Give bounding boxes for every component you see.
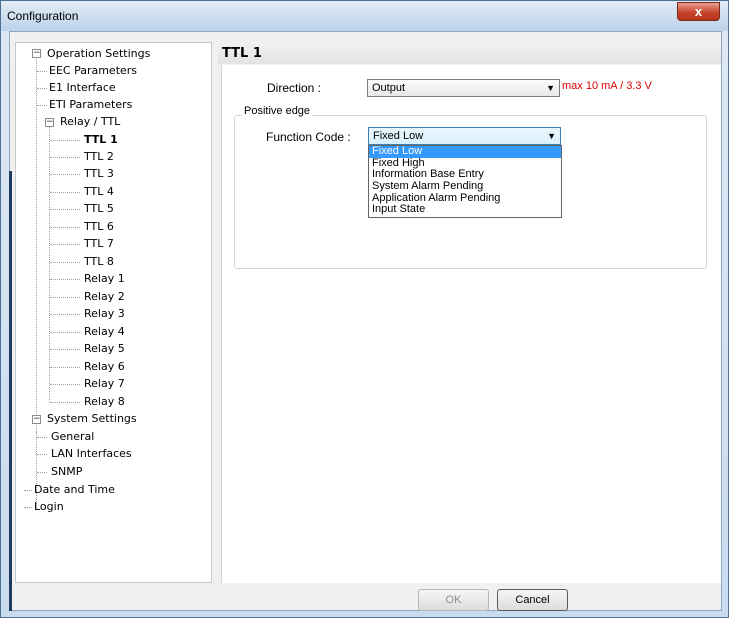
close-icon: x	[694, 4, 703, 19]
configuration-window: Configuration x − Operation Settings EEC…	[0, 0, 729, 618]
collapse-icon[interactable]: −	[32, 415, 41, 424]
tree-item-general[interactable]: General	[49, 428, 96, 445]
function-code-select[interactable]: Fixed Low ▼	[368, 127, 561, 145]
panel-body: Direction : Output ▼ max 10 mA / 3.3 V P…	[221, 65, 721, 583]
tree-item-system-settings[interactable]: System Settings	[45, 410, 139, 427]
tree-item-ttl-4[interactable]: TTL 4	[82, 183, 116, 200]
tree-connector	[50, 140, 80, 141]
tree-item-ttl-5[interactable]: TTL 5	[82, 200, 116, 217]
dropdown-option[interactable]: Input State	[369, 204, 561, 216]
tree-connector	[50, 157, 80, 158]
tree-connector	[50, 192, 80, 193]
ok-button[interactable]: OK	[418, 589, 489, 611]
tree-item-ttl-6[interactable]: TTL 6	[82, 218, 116, 235]
tree-item-ttl-1[interactable]: TTL 1	[82, 131, 120, 148]
tree-item-relay-2[interactable]: Relay 2	[82, 288, 127, 305]
tree-connector	[50, 244, 80, 245]
direction-select[interactable]: Output ▼	[367, 79, 560, 97]
tree-item-ttl-7[interactable]: TTL 7	[82, 235, 116, 252]
window-edge	[9, 171, 12, 611]
tree-connector	[50, 314, 80, 315]
function-code-dropdown[interactable]: Fixed Low Fixed High Information Base En…	[368, 145, 562, 218]
tree-connector	[24, 507, 32, 508]
function-code-label: Function Code :	[266, 130, 351, 144]
tree-item-login[interactable]: Login	[32, 498, 66, 515]
dropdown-option[interactable]: System Alarm Pending	[369, 180, 561, 193]
dropdown-option[interactable]: Fixed Low	[369, 145, 561, 158]
function-code-value: Fixed Low	[373, 130, 424, 142]
tree-connector	[37, 105, 47, 106]
window-title: Configuration	[7, 9, 79, 23]
tree-connector	[50, 402, 80, 403]
tree-item-relay-3[interactable]: Relay 3	[82, 305, 127, 322]
tree-connector	[50, 384, 80, 385]
direction-hint: max 10 mA / 3.3 V	[562, 80, 652, 92]
collapse-icon[interactable]: −	[45, 118, 54, 127]
tree-item-date-and-time[interactable]: Date and Time	[32, 481, 117, 498]
tree-item-relay-1[interactable]: Relay 1	[82, 270, 127, 287]
tree-item-operation-settings[interactable]: Operation Settings	[45, 45, 152, 62]
tree-connector	[50, 367, 80, 368]
group-label: Positive edge	[242, 105, 313, 117]
tree-connector	[37, 437, 47, 438]
tree-item-eti-parameters[interactable]: ETI Parameters	[47, 96, 134, 113]
cancel-button[interactable]: Cancel	[497, 589, 568, 611]
collapse-icon[interactable]: −	[32, 49, 41, 58]
close-button[interactable]: x	[677, 2, 720, 21]
tree-connector	[50, 297, 80, 298]
tree-guide	[36, 57, 37, 424]
tree-connector	[37, 71, 47, 72]
tree-connector	[37, 454, 47, 455]
tree-item-snmp[interactable]: SNMP	[49, 463, 84, 480]
tree-item-relay-ttl[interactable]: Relay / TTL	[58, 113, 122, 130]
tree-guide	[49, 127, 50, 402]
tree-item-relay-4[interactable]: Relay 4	[82, 323, 127, 340]
tree-connector	[37, 472, 47, 473]
panel-title: TTL 1	[218, 42, 721, 64]
tree-item-lan-interfaces[interactable]: LAN Interfaces	[49, 445, 134, 462]
tree-item-eec-parameters[interactable]: EEC Parameters	[47, 62, 139, 79]
settings-panel: TTL 1 Direction : Output ▼ max 10 mA / 3…	[218, 42, 721, 583]
title-bar[interactable]: Configuration	[1, 1, 728, 31]
tree-connector	[50, 174, 80, 175]
tree-connector	[50, 332, 80, 333]
tree-item-relay-6[interactable]: Relay 6	[82, 358, 127, 375]
tree-connector	[24, 490, 32, 491]
tree-connector	[50, 209, 80, 210]
tree-item-ttl-3[interactable]: TTL 3	[82, 165, 116, 182]
chevron-down-icon: ▼	[546, 83, 555, 93]
tree-item-relay-8[interactable]: Relay 8	[82, 393, 127, 410]
tree-connector	[50, 349, 80, 350]
direction-value: Output	[372, 82, 406, 94]
tree-connector	[50, 279, 80, 280]
tree-connector	[50, 262, 80, 263]
tree-item-ttl-2[interactable]: TTL 2	[82, 148, 116, 165]
tree-connector	[50, 227, 80, 228]
tree-item-relay-7[interactable]: Relay 7	[82, 375, 127, 392]
direction-label: Direction :	[267, 81, 322, 95]
tree-item-e1-interface[interactable]: E1 Interface	[47, 79, 118, 96]
settings-tree[interactable]: − Operation Settings EEC Parameters E1 I…	[15, 42, 212, 583]
tree-item-ttl-8[interactable]: TTL 8	[82, 253, 116, 270]
tree-item-relay-5[interactable]: Relay 5	[82, 340, 127, 357]
tree-connector	[37, 88, 47, 89]
chevron-down-icon: ▼	[547, 131, 556, 141]
